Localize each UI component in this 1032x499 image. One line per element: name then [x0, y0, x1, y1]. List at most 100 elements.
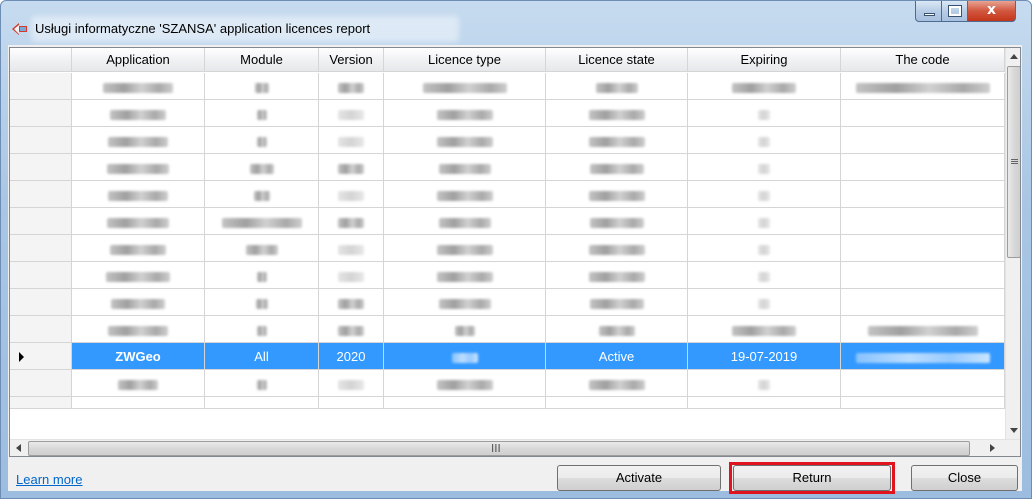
licence-state-cell: [546, 397, 688, 409]
application-cell: [72, 73, 205, 100]
version-cell: [319, 262, 384, 289]
code-cell: [841, 397, 1005, 409]
code-cell: [841, 235, 1005, 262]
horizontal-scroll-thumb[interactable]: III: [28, 441, 970, 456]
module-cell: [205, 316, 319, 343]
code-cell: [841, 100, 1005, 127]
row-header[interactable]: [10, 73, 72, 100]
table-row[interactable]: [10, 370, 1005, 397]
application-cell: ZWGeo: [72, 343, 205, 370]
table-row[interactable]: [10, 73, 1005, 100]
row-header[interactable]: [10, 235, 72, 262]
return-button[interactable]: Return: [733, 465, 891, 491]
scroll-down-icon[interactable]: [1010, 428, 1018, 433]
licence-state-cell: [546, 262, 688, 289]
licences-grid[interactable]: Application Module Version Licence type …: [9, 47, 1021, 457]
module-cell: [205, 127, 319, 154]
licence-state-cell: [546, 235, 688, 262]
code-cell: [841, 208, 1005, 235]
application-cell: [72, 289, 205, 316]
table-row[interactable]: [10, 397, 1005, 409]
table-row[interactable]: [10, 208, 1005, 235]
scroll-left-icon[interactable]: [16, 444, 21, 452]
close-button[interactable]: Close: [911, 465, 1018, 491]
version-cell: 2020: [319, 343, 384, 370]
table-row[interactable]: [10, 181, 1005, 208]
row-header[interactable]: [10, 289, 72, 316]
table-row[interactable]: [10, 127, 1005, 154]
licence-state-cell: [546, 154, 688, 181]
code-cell: [841, 343, 1005, 370]
horizontal-scrollbar[interactable]: III: [10, 439, 1020, 456]
window-title: Usługi informatyczne 'SZANSA' applicatio…: [35, 21, 371, 36]
row-header[interactable]: [10, 262, 72, 289]
application-value: ZWGeo: [115, 349, 161, 364]
version-cell: [319, 208, 384, 235]
licence-type-cell: [384, 316, 546, 343]
minimize-button[interactable]: [915, 1, 942, 22]
licence-type-cell: [384, 343, 546, 370]
activate-button[interactable]: Activate: [557, 465, 721, 491]
licence-state-cell: Active: [546, 343, 688, 370]
row-header[interactable]: [10, 316, 72, 343]
module-cell: All: [205, 343, 319, 370]
row-header[interactable]: [10, 127, 72, 154]
title-bar[interactable]: Usługi informatyczne 'SZANSA' applicatio…: [1, 1, 1031, 45]
application-cell: [72, 100, 205, 127]
row-header[interactable]: [10, 370, 72, 397]
row-header[interactable]: [10, 208, 72, 235]
expiring-cell: [688, 154, 841, 181]
column-header-expiring[interactable]: Expiring: [688, 48, 841, 72]
application-cell: [72, 397, 205, 409]
column-header-module[interactable]: Module: [205, 48, 319, 72]
table-row[interactable]: [10, 262, 1005, 289]
row-header[interactable]: [10, 397, 72, 409]
table-row[interactable]: [10, 154, 1005, 181]
vertical-scroll-thumb[interactable]: [1007, 66, 1020, 258]
column-header-application[interactable]: Application: [72, 48, 205, 72]
table-row[interactable]: [10, 235, 1005, 262]
licence-type-cell: [384, 235, 546, 262]
row-header[interactable]: [10, 343, 72, 370]
column-header-the-code[interactable]: The code: [841, 48, 1005, 72]
licence-state-cell: [546, 127, 688, 154]
code-cell: [841, 262, 1005, 289]
version-cell: [319, 316, 384, 343]
scroll-up-icon[interactable]: [1010, 54, 1018, 59]
version-cell: [319, 289, 384, 316]
minimize-icon: [924, 13, 935, 16]
expiring-cell: 19-07-2019: [688, 343, 841, 370]
scroll-right-icon[interactable]: [990, 444, 995, 452]
vertical-scrollbar[interactable]: [1005, 48, 1020, 439]
licence-state-cell: [546, 289, 688, 316]
close-window-button[interactable]: x: [968, 1, 1016, 22]
grid-header: Application Module Version Licence type …: [10, 48, 1005, 72]
row-header[interactable]: [10, 181, 72, 208]
version-cell: [319, 127, 384, 154]
module-cell: [205, 289, 319, 316]
module-cell: [205, 181, 319, 208]
column-header-licence-type[interactable]: Licence type: [384, 48, 546, 72]
version-cell: [319, 154, 384, 181]
licence-state-cell: [546, 100, 688, 127]
application-cell: [72, 208, 205, 235]
licence-type-cell: [384, 154, 546, 181]
application-cell: [72, 235, 205, 262]
module-cell: [205, 370, 319, 397]
row-header[interactable]: [10, 154, 72, 181]
table-row[interactable]: [10, 316, 1005, 343]
code-cell: [841, 73, 1005, 100]
maximize-button[interactable]: [942, 1, 968, 22]
table-row[interactable]: [10, 289, 1005, 316]
table-row[interactable]: [10, 100, 1005, 127]
column-header-licence-state[interactable]: Licence state: [546, 48, 688, 72]
module-cell: [205, 235, 319, 262]
learn-more-link[interactable]: Learn more: [16, 472, 82, 487]
table-row-selected[interactable]: ZWGeo All 2020 Active 19-07-2019: [10, 343, 1005, 370]
column-header-version[interactable]: Version: [319, 48, 384, 72]
code-cell: [841, 289, 1005, 316]
licence-type-cell: [384, 100, 546, 127]
row-header[interactable]: [10, 100, 72, 127]
code-cell: [841, 181, 1005, 208]
expiring-cell: [688, 181, 841, 208]
